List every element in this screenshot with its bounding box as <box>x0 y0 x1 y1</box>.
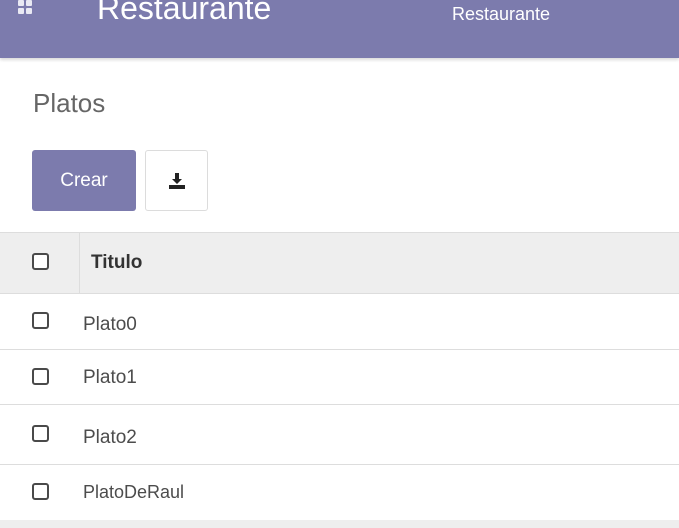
table-header: Titulo <box>0 232 679 294</box>
download-icon <box>168 172 185 189</box>
app-title[interactable]: Restaurante <box>97 0 271 27</box>
row-checkbox[interactable] <box>32 368 49 385</box>
table-row[interactable]: Plato2 <box>0 405 679 465</box>
row-checkbox[interactable] <box>32 312 49 329</box>
list-table: Titulo Plato0 Plato1 Plato2 PlatoDeRaul <box>0 232 679 517</box>
row-checkbox[interactable] <box>32 483 49 500</box>
export-button[interactable] <box>145 150 208 211</box>
grid-icon[interactable] <box>18 0 40 14</box>
column-divider <box>79 233 80 293</box>
page-title: Platos <box>33 88 106 118</box>
row-checkbox[interactable] <box>32 425 49 442</box>
cell-titulo: Plato0 <box>83 314 137 335</box>
cell-titulo: Plato1 <box>83 367 137 388</box>
create-button[interactable]: Crear <box>32 150 136 211</box>
menu-item-restaurante[interactable]: Restaurante <box>452 4 550 25</box>
table-row[interactable]: PlatoDeRaul <box>0 465 679 517</box>
cell-titulo: Plato2 <box>83 427 137 448</box>
table-footer <box>0 520 679 528</box>
table-row[interactable]: Plato0 <box>0 294 679 350</box>
cell-titulo: PlatoDeRaul <box>83 482 185 502</box>
select-all-checkbox[interactable] <box>32 253 49 270</box>
table-row[interactable]: Plato1 <box>0 350 679 405</box>
column-header-titulo[interactable]: Titulo <box>91 252 142 274</box>
top-navbar: Restaurante Restaurante <box>0 0 679 58</box>
